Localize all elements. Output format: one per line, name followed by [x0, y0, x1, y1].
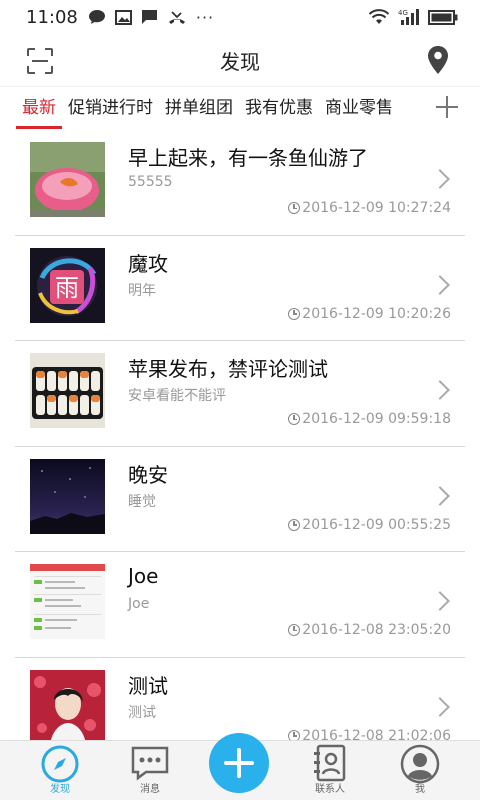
- item-subtitle: 安卓看能不能评: [128, 388, 226, 404]
- item-time-text: 2016-12-09 10:20:26: [302, 305, 451, 322]
- tab-retail[interactable]: 商业零售: [325, 87, 405, 131]
- chat-bubble-icon: [88, 10, 105, 24]
- app-header: 发现: [0, 34, 480, 86]
- app-screenshot-photo: [30, 564, 105, 639]
- item-title: 测试: [128, 673, 168, 698]
- signal-4g-icon: 4G: [398, 9, 419, 25]
- nav-label: 我: [415, 784, 425, 795]
- item-title: 魔攻: [128, 251, 168, 276]
- nav-messages[interactable]: 消息: [110, 741, 190, 800]
- notification-icons: ···: [88, 8, 214, 27]
- chat-icon: [131, 746, 169, 781]
- item-subtitle: 测试: [128, 704, 156, 721]
- sushi-photo: [30, 353, 105, 428]
- nav-me[interactable]: 我: [380, 741, 460, 800]
- chevron-right-icon: [430, 485, 450, 506]
- nav-contacts[interactable]: 联系人: [290, 741, 370, 800]
- logo-yu-photo: 雨: [30, 247, 105, 323]
- nav-discover[interactable]: 发现: [20, 741, 100, 800]
- chevron-right-icon: [430, 591, 450, 611]
- system-icons: 4G: [368, 8, 458, 26]
- item-subtitle: 55555: [128, 174, 173, 190]
- category-tabs: 最新 促销进行时 拼单组团 我有优惠 商业零售: [0, 86, 480, 130]
- chevron-right-icon: [430, 380, 450, 400]
- list-item[interactable]: 苹果发布，禁评论测试 安卓看能不能评 2016-12-09 09:59:18: [15, 341, 465, 447]
- item-subtitle: 明年: [128, 282, 156, 299]
- clock-icon: [288, 518, 301, 531]
- item-time-text: 2016-12-08 21:02:06: [302, 727, 451, 741]
- network-label: 4G: [398, 9, 408, 17]
- plus-icon[interactable]: [209, 733, 269, 793]
- item-subtitle: 睡觉: [128, 493, 156, 510]
- list-item[interactable]: 测试 测试 2016-12-08 21:02:06: [15, 658, 465, 741]
- item-subtitle: Joe: [128, 596, 150, 612]
- message-icon: [141, 10, 157, 24]
- chevron-right-icon: [430, 274, 450, 295]
- item-time-text: 2016-12-08 23:05:20: [302, 622, 451, 638]
- page-title: 发现: [220, 49, 260, 74]
- item-time-text: 2016-12-09 00:55:25: [302, 516, 451, 533]
- item-time: 2016-12-09 00:55:25: [288, 517, 451, 533]
- nav-label: 发现: [50, 784, 70, 795]
- status-bar: 11:08 ··· 4G: [0, 0, 480, 34]
- list-item[interactable]: 雨 魔攻 明年 2016-12-09 10:20:26: [15, 236, 465, 341]
- list-item[interactable]: 早上起来，有一条鱼仙游了 55555 2016-12-09 10:27:24: [15, 130, 465, 236]
- item-time: 2016-12-09 10:20:26: [288, 306, 451, 322]
- goldfish-bowl-photo: [30, 142, 105, 217]
- clock-icon: [288, 202, 301, 214]
- tab-group-buy[interactable]: 拼单组团: [165, 87, 245, 131]
- item-time-text: 2016-12-09 09:59:18: [302, 411, 451, 427]
- avatar-icon: [400, 744, 440, 784]
- chevron-right-icon: [430, 169, 450, 189]
- tab-promotions[interactable]: 促销进行时: [68, 87, 165, 131]
- contacts-book-icon: [314, 744, 346, 782]
- status-time: 11:08: [26, 6, 78, 28]
- item-time: 2016-12-08 23:05:20: [288, 622, 451, 638]
- item-title: 苹果发布，禁评论测试: [128, 357, 328, 381]
- battery-icon: [428, 9, 458, 25]
- item-title: 早上起来，有一条鱼仙游了: [128, 146, 368, 170]
- nav-label: 消息: [140, 784, 160, 795]
- clock-icon: [288, 413, 301, 425]
- list-item[interactable]: 晚安 睡觉 2016-12-09 00:55:25: [15, 447, 465, 552]
- tab-discounts[interactable]: 我有优惠: [245, 87, 325, 131]
- portrait-photo: [30, 669, 105, 740]
- item-time: 2016-12-09 10:27:24: [288, 200, 451, 216]
- missed-call-icon: [168, 10, 185, 24]
- night-sky-photo: [30, 458, 105, 534]
- svg-text:雨: 雨: [55, 274, 79, 302]
- item-time: 2016-12-09 09:59:18: [288, 411, 451, 427]
- feed-list: 早上起来，有一条鱼仙游了 55555 2016-12-09 10:27:24 雨…: [0, 130, 480, 740]
- nav-label: 联系人: [315, 784, 345, 795]
- scan-icon[interactable]: [26, 47, 54, 75]
- compass-icon: [41, 745, 79, 783]
- clock-icon: [288, 729, 301, 740]
- clock-icon: [288, 307, 301, 320]
- item-time-text: 2016-12-09 10:27:24: [302, 200, 451, 216]
- bottom-nav: 发现 消息 联系人 我: [0, 733, 480, 800]
- item-time: 2016-12-08 21:02:06: [288, 727, 451, 741]
- tab-latest[interactable]: 最新: [16, 87, 68, 131]
- more-notifications-icon: ···: [195, 7, 215, 27]
- location-pin-icon[interactable]: [426, 45, 450, 75]
- clock-icon: [288, 624, 301, 636]
- item-title: 晚安: [128, 462, 168, 487]
- chevron-right-icon: [430, 696, 450, 717]
- image-icon: [114, 9, 132, 25]
- add-tab-icon[interactable]: [436, 96, 458, 118]
- list-item[interactable]: Joe Joe 2016-12-08 23:05:20: [15, 552, 465, 658]
- wifi-icon: [368, 9, 390, 24]
- item-title: Joe: [128, 564, 159, 588]
